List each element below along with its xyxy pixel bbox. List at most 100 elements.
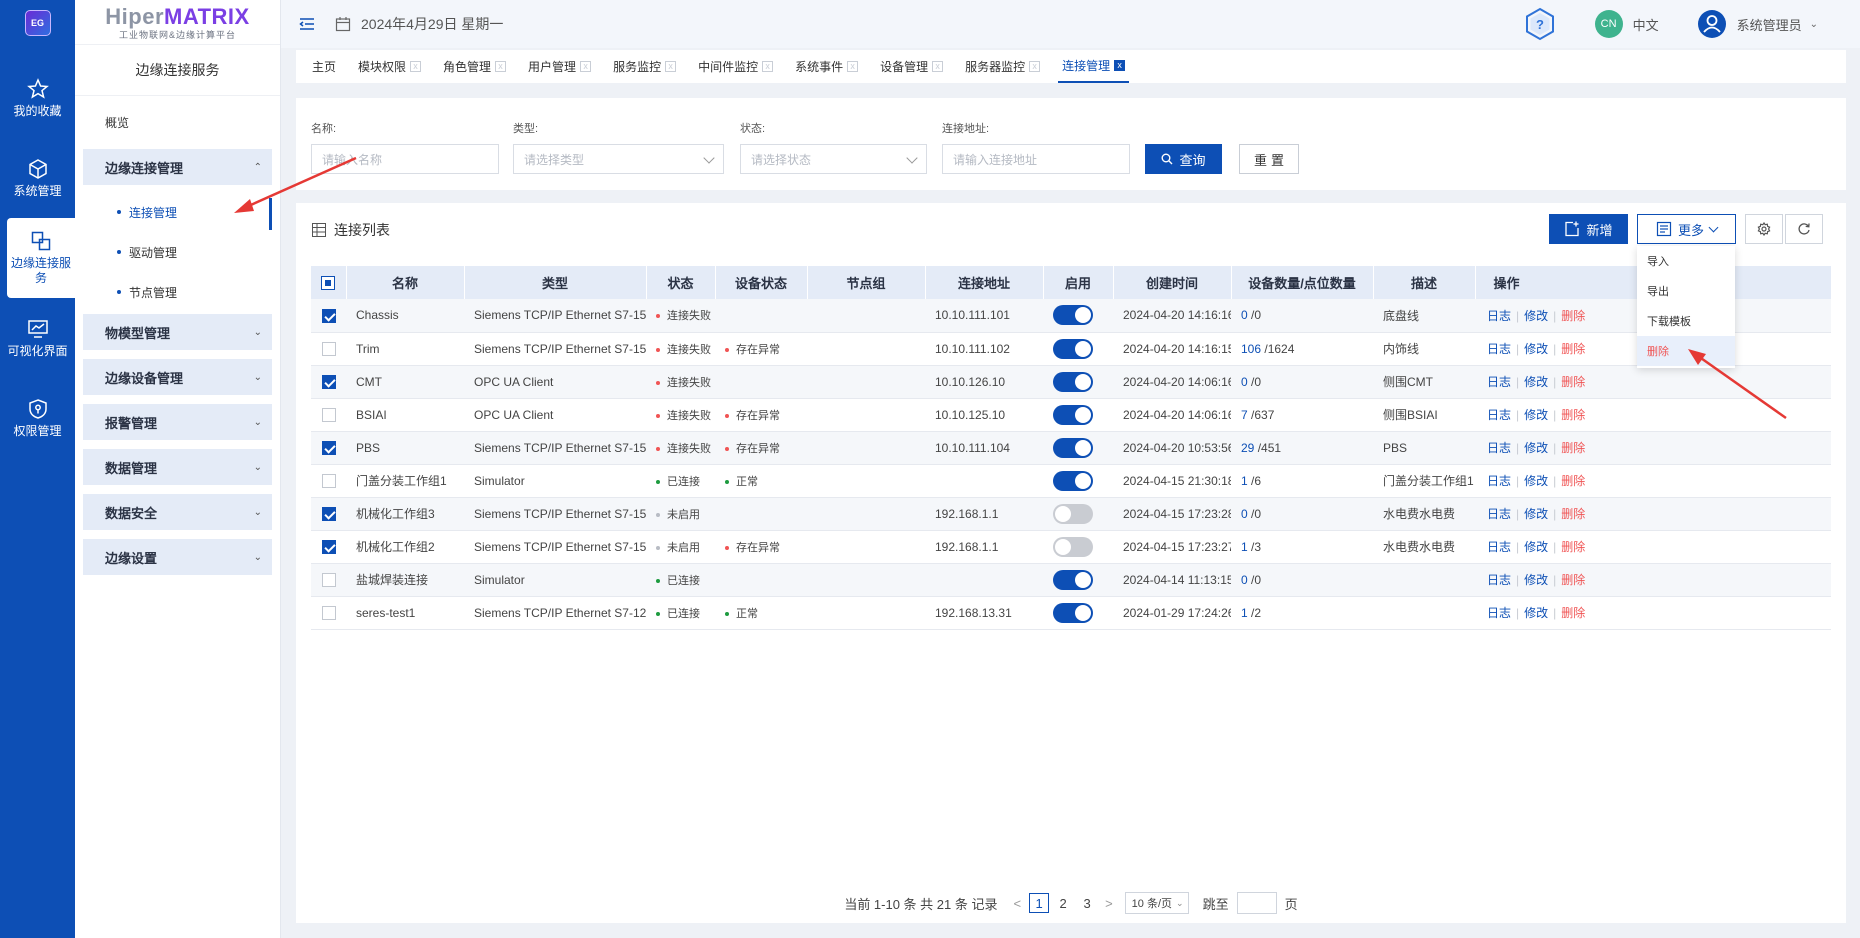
- table-row[interactable]: 盐城焊装连接 Simulator 已连接 2024-04-14 11:13:15 0 /…: [311, 563, 1831, 597]
- type-filter-select[interactable]: 请选择类型: [513, 144, 724, 174]
- sidebar-group[interactable]: 边缘设置 ⌄: [83, 539, 272, 575]
- more-menu-item[interactable]: 删除: [1637, 336, 1735, 366]
- tab[interactable]: 用户管理 x: [528, 50, 592, 83]
- row-checkbox[interactable]: [321, 374, 336, 389]
- edit-link[interactable]: 修改: [1524, 309, 1548, 323]
- tab[interactable]: 设备管理 x: [880, 50, 944, 83]
- table-row[interactable]: 机械化工作组2 Siemens TCP/IP Ethernet S7-1500 未启…: [311, 530, 1831, 564]
- select-all-checkbox[interactable]: [321, 276, 336, 291]
- device-count-link[interactable]: 106: [1241, 342, 1261, 356]
- tab[interactable]: 中间件监控 x: [698, 50, 774, 83]
- column-header[interactable]: 设备状态: [715, 266, 808, 299]
- device-count-link[interactable]: 0: [1241, 507, 1248, 521]
- device-count-link[interactable]: 1: [1241, 540, 1248, 554]
- device-count-link[interactable]: 1: [1241, 474, 1248, 488]
- sidebar-group[interactable]: 物模型管理 ⌄: [83, 314, 272, 350]
- log-link[interactable]: 日志: [1487, 606, 1511, 620]
- table-row[interactable]: 门盖分装工作组1 Simulator 已连接 正常 2024-04-15 21:30:1…: [311, 464, 1831, 498]
- log-link[interactable]: 日志: [1487, 342, 1511, 356]
- sidebar-group[interactable]: 数据管理 ⌄: [83, 449, 272, 485]
- close-icon[interactable]: x: [580, 61, 592, 72]
- sidebar-subitem[interactable]: 节点管理: [83, 274, 272, 310]
- tab[interactable]: 主页: [312, 50, 336, 83]
- log-link[interactable]: 日志: [1487, 375, 1511, 389]
- language-label[interactable]: 中文: [1633, 15, 1659, 34]
- language-badge[interactable]: CN: [1594, 10, 1623, 38]
- close-icon[interactable]: x: [495, 61, 507, 72]
- enable-toggle[interactable]: [1053, 371, 1093, 392]
- delete-link[interactable]: 删除: [1561, 309, 1585, 323]
- sidebar-group[interactable]: 边缘设备管理 ⌄: [83, 359, 272, 395]
- column-header[interactable]: 名称: [346, 266, 465, 299]
- edit-link[interactable]: 修改: [1524, 408, 1548, 422]
- device-count-link[interactable]: 0: [1241, 573, 1248, 587]
- enable-toggle[interactable]: [1053, 404, 1093, 425]
- edit-link[interactable]: 修改: [1524, 375, 1548, 389]
- refresh-button[interactable]: [1785, 214, 1823, 244]
- close-icon[interactable]: x: [1029, 61, 1041, 72]
- edit-link[interactable]: 修改: [1524, 441, 1548, 455]
- enable-toggle[interactable]: [1053, 536, 1093, 557]
- collapse-menu-icon[interactable]: [299, 16, 315, 32]
- table-row[interactable]: Trim Siemens TCP/IP Ethernet S7-1500 连接失败 存…: [311, 332, 1831, 366]
- enable-toggle[interactable]: [1053, 602, 1093, 623]
- delete-link[interactable]: 删除: [1561, 507, 1585, 521]
- sidebar-subitem[interactable]: 连接管理: [83, 194, 272, 230]
- sidebar-group[interactable]: 报警管理 ⌄: [83, 404, 272, 440]
- column-header[interactable]: 描述: [1373, 266, 1476, 299]
- device-count-link[interactable]: 1: [1241, 606, 1248, 620]
- row-checkbox[interactable]: [321, 473, 336, 488]
- close-icon[interactable]: x: [410, 61, 422, 72]
- rail-item[interactable]: 系统管理: [0, 138, 75, 218]
- name-filter-input[interactable]: 请输入名称: [311, 144, 499, 174]
- enable-toggle[interactable]: [1053, 305, 1093, 326]
- edit-link[interactable]: 修改: [1524, 342, 1548, 356]
- table-row[interactable]: 机械化工作组3 Siemens TCP/IP Ethernet S7-1500 未启…: [311, 497, 1831, 531]
- close-icon[interactable]: x: [932, 61, 944, 72]
- app-logo[interactable]: EG: [24, 10, 51, 36]
- column-header[interactable]: 类型: [464, 266, 647, 299]
- tab[interactable]: 服务器监控 x: [965, 50, 1041, 83]
- delete-link[interactable]: 删除: [1561, 408, 1585, 422]
- enable-toggle[interactable]: [1053, 470, 1093, 491]
- user-avatar-icon[interactable]: [1697, 9, 1727, 39]
- delete-link[interactable]: 删除: [1561, 606, 1585, 620]
- close-icon[interactable]: x: [665, 61, 677, 72]
- close-icon[interactable]: x: [762, 61, 774, 72]
- device-count-link[interactable]: 7: [1241, 408, 1248, 422]
- edit-link[interactable]: 修改: [1524, 540, 1548, 554]
- sidebar-item-overview[interactable]: 概览: [83, 104, 272, 140]
- device-count-link[interactable]: 29: [1241, 441, 1254, 455]
- row-checkbox[interactable]: [321, 341, 336, 356]
- tab[interactable]: 模块权限 x: [358, 50, 422, 83]
- column-header[interactable]: 创建时间: [1113, 266, 1232, 299]
- rail-item[interactable]: 权限管理: [0, 378, 75, 458]
- device-count-link[interactable]: 0: [1241, 375, 1248, 389]
- next-page-button[interactable]: >: [1105, 896, 1113, 911]
- log-link[interactable]: 日志: [1487, 573, 1511, 587]
- column-header[interactable]: 状态: [646, 266, 716, 299]
- page-button[interactable]: 2: [1053, 893, 1073, 913]
- edit-link[interactable]: 修改: [1524, 474, 1548, 488]
- row-checkbox[interactable]: [321, 407, 336, 422]
- tab[interactable]: 服务监控 x: [613, 50, 677, 83]
- enable-toggle[interactable]: [1053, 569, 1093, 590]
- row-checkbox[interactable]: [321, 506, 336, 521]
- sidebar-subitem[interactable]: 驱动管理: [83, 234, 272, 270]
- rail-item[interactable]: 边缘连接服务: [7, 218, 75, 298]
- more-menu-item[interactable]: 下载模板: [1637, 306, 1735, 336]
- row-checkbox[interactable]: [321, 440, 336, 455]
- status-filter-select[interactable]: 请选择状态: [740, 144, 927, 174]
- close-icon[interactable]: x: [847, 61, 859, 72]
- tab[interactable]: 连接管理 x: [1058, 50, 1130, 83]
- table-row[interactable]: PBS Siemens TCP/IP Ethernet S7-1500 连接失败 存在…: [311, 431, 1831, 465]
- settings-button[interactable]: [1745, 214, 1783, 244]
- more-button[interactable]: 更多: [1637, 214, 1736, 244]
- device-count-link[interactable]: 0: [1241, 308, 1248, 322]
- delete-link[interactable]: 删除: [1561, 573, 1585, 587]
- close-icon[interactable]: x: [1114, 60, 1126, 71]
- table-row[interactable]: Chassis Siemens TCP/IP Ethernet S7-1500 连接…: [311, 299, 1831, 333]
- log-link[interactable]: 日志: [1487, 309, 1511, 323]
- address-filter-input[interactable]: 请输入连接地址: [942, 144, 1130, 174]
- table-row[interactable]: BSIAI OPC UA Client 连接失败 存在异常 10.10.125.10 20…: [311, 398, 1831, 432]
